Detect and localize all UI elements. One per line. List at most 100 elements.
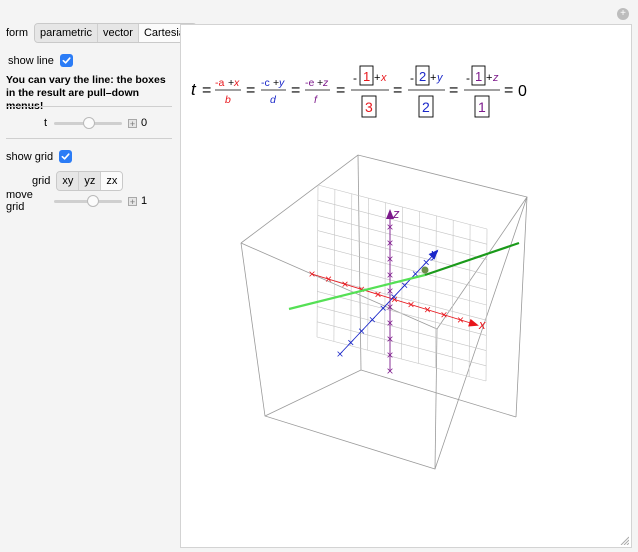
eq-y-fraction: -c + y d [261,77,286,106]
z-denominator-value: 1 [478,99,486,115]
y-axis-tick [423,259,429,266]
form-segmented-control: parametric vector Cartesian [34,23,198,43]
t-label: t [44,117,48,129]
checkmark-icon [61,153,70,160]
checkmark-icon [62,57,71,64]
eq-equals: = [393,82,402,99]
eq-x-var: x [380,72,387,84]
x-axis-tick [457,317,464,323]
eq-neg: - [466,71,470,85]
eq-x-var: x [233,77,240,89]
show-grid-checkbox[interactable] [59,150,73,163]
grid-segmented-control: xy yz zx [56,171,124,191]
line-segment-dark [424,241,520,277]
show-grid-label: show grid [6,150,54,163]
show-line-row: show line [8,54,73,67]
eq-zero: 0 [518,83,527,100]
eq-equals: = [291,82,300,99]
output-panel: t = -a + x b = -c + y d = -e + z f = - 1… [180,24,632,548]
x-axis-arrow-icon [468,318,479,327]
eq-x-den: b [225,94,231,106]
y-axis-label: y [430,246,439,261]
eq-t: t [191,80,197,99]
move-grid-row: move grid + 1 [6,189,148,213]
grid-option-xy[interactable]: xy [57,172,80,190]
grid-label: grid [32,175,51,187]
y-numerator-value: 2 [419,69,426,84]
show-line-checkbox[interactable] [59,54,73,67]
eq-neg: - [410,71,414,85]
form-label: form [6,27,28,39]
move-grid-expand-button[interactable]: + [128,196,137,206]
x-axis-tick [441,312,447,318]
grid-option-yz[interactable]: yz [79,172,102,190]
show-grid-row: show grid [6,150,73,163]
eq-z-fraction: -e + z f [305,77,330,106]
equation: t = -a + x b = -c + y d = -e + z f = - 1… [191,65,527,118]
eq-x-fraction: -a + x b [215,77,241,106]
grid-option-zx[interactable]: zx [101,172,123,190]
y-denominator-value: 2 [422,99,430,115]
eq-box-fraction-x: - 1 + x 3 [351,65,389,118]
eq-equals: = [246,82,255,99]
line-segment-light [288,273,426,311]
eq-equals: = [336,82,345,99]
y-axis-tick [369,316,376,323]
eq-y-var: y [436,72,444,84]
eq-z-var: z [322,77,329,89]
output-canvas: t = -a + x b = -c + y d = -e + z f = - 1… [191,65,528,470]
eq-box-fraction-z: - 1 + z 1 [464,65,500,118]
eq-plus: + [374,72,380,84]
t-expand-button[interactable]: + [128,118,137,128]
eq-y-c: -c [261,77,270,89]
t-slider-thumb[interactable] [83,116,95,129]
grid-selector-row: grid xy yz zx [32,171,124,191]
divider [6,106,172,107]
eq-z-den: f [314,94,318,106]
eq-box-fraction-y: - 2 + y 2 [408,65,445,118]
eq-z-e: -e [305,77,314,89]
eq-y-den: d [270,94,277,106]
expand-icon[interactable]: + [617,8,629,20]
y-axis [339,250,438,355]
z-axis-label: z [392,206,400,221]
resize-grip-icon[interactable] [619,535,629,545]
move-grid-slider[interactable] [54,194,122,207]
eq-equals: = [202,82,211,99]
point-on-line[interactable] [421,266,429,274]
instruction-note: You can vary the line: the boxes in the … [6,74,166,112]
eq-equals: = [504,82,513,99]
y-axis-tick [412,271,419,277]
t-value: 0 [141,117,148,129]
axes [309,209,479,374]
eq-y-var: y [278,77,285,89]
x-axis-tick [408,301,414,308]
divider [6,138,172,139]
y-axis-tick [337,351,343,357]
y-axis-tick [358,328,365,334]
form-option-vector[interactable]: vector [97,24,139,42]
move-grid-value: 1 [141,195,148,207]
eq-plus: + [430,72,436,84]
x-denominator-value: 3 [365,99,373,115]
x-axis-label: x [478,317,486,332]
plot-3d[interactable]: x y z [240,154,528,470]
z-numerator-value: 1 [475,69,482,84]
t-slider[interactable] [54,116,122,129]
x-axis-tick [325,276,332,282]
eq-z-var: z [492,72,499,84]
move-grid-label: move grid [6,189,33,213]
x-numerator-value: 1 [363,69,370,84]
x-axis-tick [424,307,431,313]
show-line-label: show line [8,54,54,67]
x-axis-tick [309,271,315,277]
form-option-parametric[interactable]: parametric [35,24,98,42]
move-grid-slider-thumb[interactable] [87,194,99,207]
form-selector-row: form parametric vector Cartesian [6,23,198,43]
eq-x-a: -a [215,77,224,89]
eq-neg: - [353,71,357,85]
eq-equals: = [449,82,458,99]
eq-plus: + [486,72,492,84]
x-axis-tick [375,291,381,298]
t-slider-row: t + 0 [44,116,147,130]
